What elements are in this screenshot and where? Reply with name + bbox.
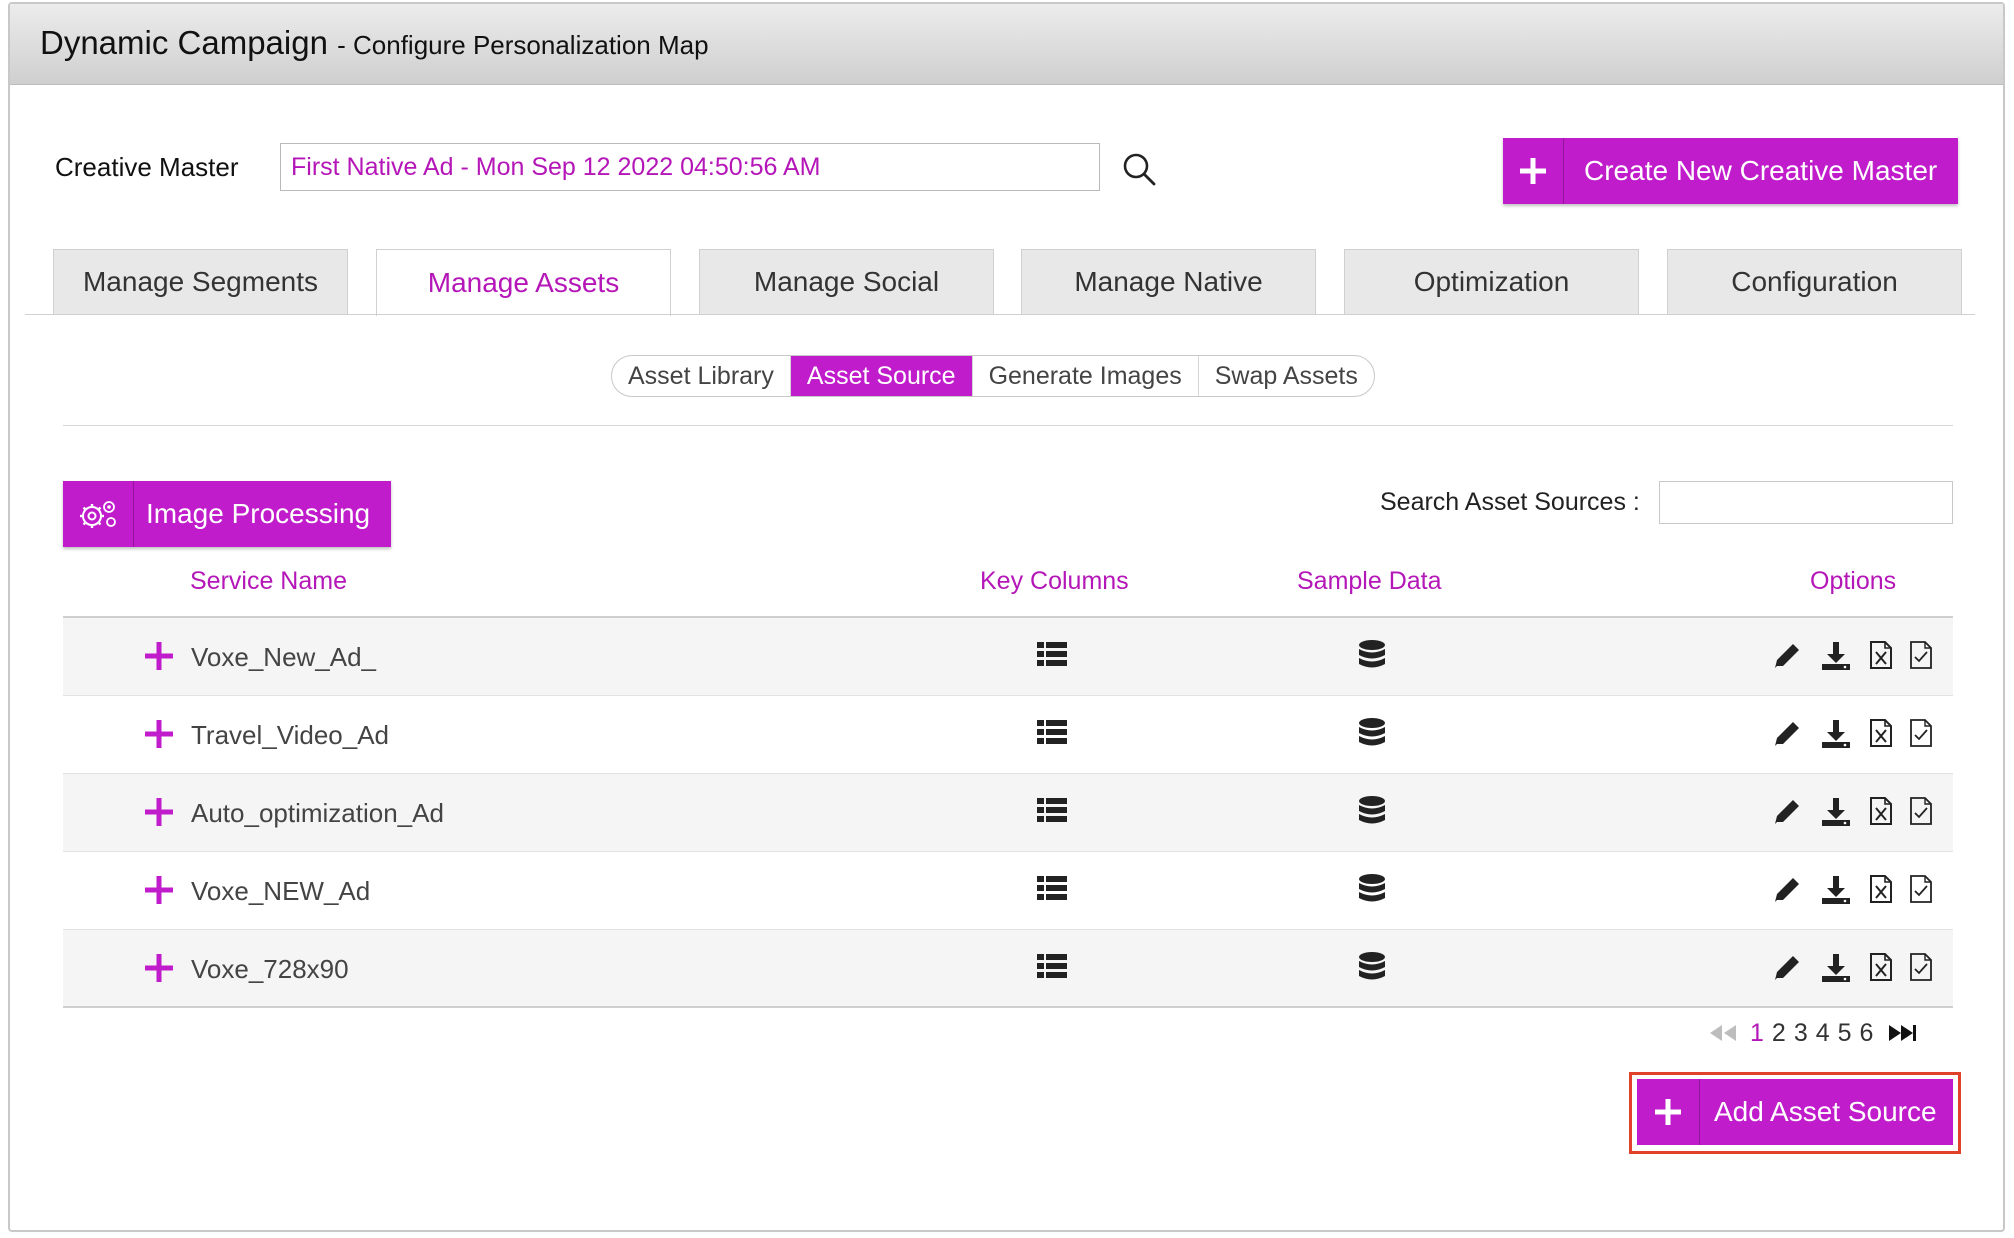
- expand-row-plus-icon[interactable]: [141, 638, 177, 674]
- tab-label: Manage Social: [753, 266, 940, 297]
- create-new-creative-master-button[interactable]: Create New Creative Master: [1503, 138, 1958, 204]
- title-bar: Dynamic Campaign - Configure Personaliza…: [10, 4, 2003, 85]
- service-name: Voxe_New_Ad_: [191, 642, 377, 672]
- add-asset-source-label: Add Asset Source: [1714, 1096, 1937, 1127]
- validate-file-check-icon[interactable]: [1909, 874, 1933, 909]
- image-processing-button[interactable]: Image Processing: [63, 481, 391, 547]
- search-asset-sources-label: Search Asset Sources :: [1380, 488, 1640, 516]
- edit-pencil-icon[interactable]: [1773, 876, 1801, 909]
- add-asset-source-button[interactable]: Add Asset Source: [1637, 1079, 1953, 1145]
- service-name: Voxe_NEW_Ad: [191, 876, 371, 906]
- key-columns-list-icon[interactable]: [1037, 720, 1067, 749]
- download-icon[interactable]: [1820, 952, 1852, 989]
- excel-file-icon[interactable]: [1869, 874, 1893, 909]
- search-icon: [1123, 153, 1156, 186]
- tab-label: Configuration: [1731, 266, 1898, 297]
- validate-file-check-icon[interactable]: [1909, 952, 1933, 987]
- table-bottom-border: [63, 1006, 1953, 1008]
- subtab-asset-library[interactable]: Asset Library: [612, 356, 791, 396]
- title-text: Dynamic Campaign: [40, 24, 328, 61]
- edit-pencil-icon[interactable]: [1773, 642, 1801, 675]
- image-processing-label: Image Processing: [146, 498, 371, 529]
- tab-manage-assets[interactable]: Manage Assets: [376, 249, 671, 316]
- table-row: Auto_optimization_Ad: [63, 774, 1953, 852]
- title-subtitle: - Configure Personalization Map: [337, 30, 709, 60]
- table-row: Travel_Video_Ad: [63, 696, 1953, 774]
- tab-label: Manage Segments: [82, 266, 319, 297]
- page-2[interactable]: 2: [1772, 1019, 1786, 1048]
- table-row: Voxe_NEW_Ad: [63, 852, 1953, 930]
- tab-label: Manage Assets: [427, 267, 620, 298]
- validate-file-check-icon[interactable]: [1909, 718, 1933, 753]
- tab-optimization[interactable]: Optimization: [1344, 249, 1639, 314]
- subtab-generate-images[interactable]: Generate Images: [973, 356, 1199, 396]
- download-icon[interactable]: [1820, 796, 1852, 833]
- table-row: Voxe_728x90: [63, 930, 1953, 1008]
- creative-master-search-button[interactable]: [1120, 150, 1160, 190]
- subtab-swap-assets[interactable]: Swap Assets: [1199, 356, 1374, 396]
- expand-row-plus-icon[interactable]: [141, 950, 177, 986]
- edit-pencil-icon[interactable]: [1773, 720, 1801, 753]
- sample-data-database-icon[interactable]: [1358, 718, 1386, 755]
- tab-configuration[interactable]: Configuration: [1667, 249, 1962, 314]
- edit-pencil-icon[interactable]: [1773, 954, 1801, 987]
- excel-file-icon[interactable]: [1869, 718, 1893, 753]
- tab-manage-segments[interactable]: Manage Segments: [53, 249, 348, 314]
- excel-file-icon[interactable]: [1869, 796, 1893, 831]
- page-6[interactable]: 6: [1860, 1019, 1874, 1048]
- sample-data-database-icon[interactable]: [1358, 640, 1386, 677]
- download-icon[interactable]: [1820, 718, 1852, 755]
- creative-master-input[interactable]: [280, 143, 1100, 191]
- section-divider: [63, 425, 1953, 426]
- gears-icon: [63, 481, 134, 547]
- column-header-sample-data: Sample Data: [1297, 567, 1442, 595]
- validate-file-check-icon[interactable]: [1909, 796, 1933, 831]
- tab-manage-social[interactable]: Manage Social: [699, 249, 994, 314]
- plus-icon: [1637, 1079, 1700, 1145]
- key-columns-list-icon[interactable]: [1037, 798, 1067, 827]
- key-columns-list-icon[interactable]: [1037, 876, 1067, 905]
- plus-icon: [1503, 138, 1564, 204]
- column-header-options: Options: [1810, 567, 1897, 595]
- page-3[interactable]: 3: [1794, 1019, 1808, 1048]
- last-page-icon[interactable]: [1887, 1023, 1917, 1043]
- key-columns-list-icon[interactable]: [1037, 954, 1067, 983]
- page-title: Dynamic Campaign - Configure Personaliza…: [40, 24, 709, 62]
- sample-data-database-icon[interactable]: [1358, 874, 1386, 911]
- edit-pencil-icon[interactable]: [1773, 798, 1801, 831]
- key-columns-list-icon[interactable]: [1037, 642, 1067, 671]
- page-1[interactable]: 1: [1750, 1019, 1764, 1048]
- pagination: 1 2 3 4 5 6: [1708, 1018, 1917, 1048]
- expand-row-plus-icon[interactable]: [141, 872, 177, 908]
- tab-label: Manage Native: [1074, 266, 1263, 297]
- service-name: Auto_optimization_Ad: [191, 798, 444, 828]
- column-header-service-name[interactable]: Service Name: [190, 567, 347, 596]
- column-header-key-columns: Key Columns: [980, 567, 1129, 595]
- first-page-icon[interactable]: [1708, 1023, 1738, 1043]
- creative-master-label: Creative Master: [55, 152, 239, 182]
- download-icon[interactable]: [1820, 874, 1852, 911]
- tab-manage-native[interactable]: Manage Native: [1021, 249, 1316, 314]
- expand-row-plus-icon[interactable]: [141, 794, 177, 830]
- tab-label: Optimization: [1413, 266, 1570, 297]
- service-name: Travel_Video_Ad: [191, 720, 390, 750]
- table-row: Voxe_New_Ad_: [63, 618, 1953, 696]
- sample-data-database-icon[interactable]: [1358, 796, 1386, 833]
- sample-data-database-icon[interactable]: [1358, 952, 1386, 989]
- subtab-asset-source[interactable]: Asset Source: [790, 356, 973, 396]
- excel-file-icon[interactable]: [1869, 952, 1893, 987]
- page-4[interactable]: 4: [1816, 1019, 1830, 1048]
- validate-file-check-icon[interactable]: [1909, 640, 1933, 675]
- search-asset-sources-input[interactable]: [1659, 481, 1953, 524]
- download-icon[interactable]: [1820, 640, 1852, 677]
- create-new-creative-master-label: Create New Creative Master: [1584, 155, 1938, 186]
- expand-row-plus-icon[interactable]: [141, 716, 177, 752]
- excel-file-icon[interactable]: [1869, 640, 1893, 675]
- service-name: Voxe_728x90: [191, 954, 349, 984]
- tabs-divider: [25, 314, 1975, 315]
- asset-subtabs: Asset Library Asset Source Generate Imag…: [611, 355, 1375, 397]
- page-5[interactable]: 5: [1838, 1019, 1852, 1048]
